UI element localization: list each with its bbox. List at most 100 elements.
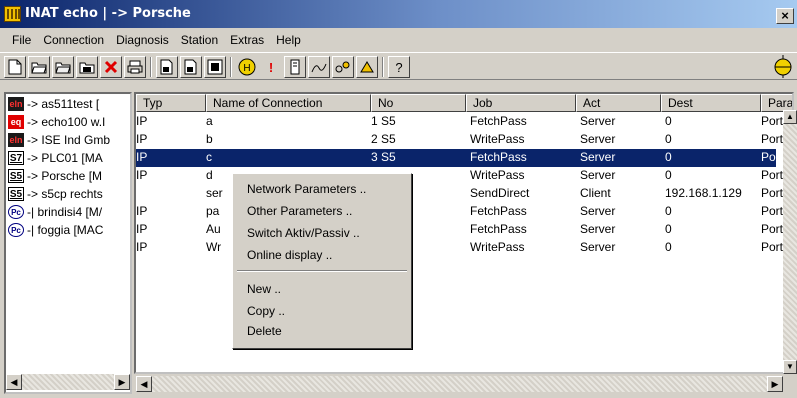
scroll-left-icon[interactable]: ◀ xyxy=(136,376,152,392)
s7-icon: S7 xyxy=(8,151,24,165)
menu-item-online-display[interactable]: Online display .. xyxy=(247,248,332,262)
open-folder-3-icon[interactable] xyxy=(76,56,98,78)
column-header-dest[interactable]: Dest xyxy=(661,94,761,112)
cell-act: Client xyxy=(580,186,611,200)
cell-param: Port xyxy=(761,132,784,146)
scroll-right-icon[interactable]: ▶ xyxy=(114,374,130,390)
menu-file[interactable]: File xyxy=(6,30,37,50)
eln-icon: eln xyxy=(8,133,24,147)
menu-item-copy[interactable]: Copy .. xyxy=(247,304,285,318)
settings-3-icon[interactable] xyxy=(204,56,226,78)
app-logo-icon xyxy=(4,6,21,22)
scroll-left-icon[interactable]: ◀ xyxy=(6,374,22,390)
toolbar-separator xyxy=(382,57,384,77)
menu-separator xyxy=(237,270,407,272)
column-header-act[interactable]: Act xyxy=(576,94,661,112)
cell-typ: IP xyxy=(136,114,148,128)
menu-item-new[interactable]: New .. xyxy=(247,282,281,296)
menu-item-switch-aktiv-passiv[interactable]: Switch Aktiv/Passiv .. xyxy=(247,226,360,240)
settings-2-icon[interactable] xyxy=(180,56,202,78)
cell-dest: 0 xyxy=(665,132,672,146)
station-tree[interactable]: eln -> as511test [ eq -> echo100 w.I eln… xyxy=(4,92,132,394)
print-icon[interactable] xyxy=(124,56,146,78)
table-row-selected[interactable]: IP c 3 S5 FetchPass Server 0 Port xyxy=(136,149,783,167)
table-row[interactable]: IP b 2 S5 WritePass Server 0 Port xyxy=(136,131,783,149)
menu-item-delete[interactable]: Delete xyxy=(247,324,282,338)
toolbar: H ! ? xyxy=(0,52,797,80)
cell-param: Port xyxy=(761,114,784,128)
menu-help[interactable]: Help xyxy=(270,30,307,50)
close-button[interactable]: × xyxy=(776,8,794,24)
tree-item[interactable]: eln -> ISE Ind Gmb xyxy=(8,131,110,149)
menu-extras[interactable]: Extras xyxy=(224,30,270,50)
menu-item-network-parameters[interactable]: Network Parameters .. xyxy=(247,182,366,196)
s5-icon: S5 xyxy=(8,169,24,183)
scroll-down-icon[interactable]: ▼ xyxy=(783,360,797,374)
column-header-no[interactable]: No xyxy=(371,94,466,112)
cell-dest: 192.168.1.129 xyxy=(665,186,742,200)
diag-1-icon[interactable] xyxy=(308,56,330,78)
column-header-typ[interactable]: Typ xyxy=(136,94,206,112)
cell-act: Server xyxy=(580,222,616,236)
cell-name: a xyxy=(206,114,213,128)
cell-job: WritePass xyxy=(470,132,525,146)
delete-icon[interactable] xyxy=(100,56,122,78)
tree-item[interactable]: S7 -> PLC01 [MA xyxy=(8,149,103,167)
tree-horizontal-scrollbar[interactable]: ◀ ▶ xyxy=(6,374,130,390)
cell-name: Au xyxy=(206,222,221,236)
menu-station[interactable]: Station xyxy=(175,30,224,50)
toolbar-separator xyxy=(230,57,232,77)
tree-item-label: -> ISE Ind Gmb xyxy=(27,133,111,147)
online-icon[interactable]: H xyxy=(236,56,258,78)
tree-item[interactable]: Pc -| brindisi4 [M/ xyxy=(8,203,102,221)
settings-1-icon[interactable] xyxy=(156,56,178,78)
cell-param: Port xyxy=(761,186,784,200)
cell-name: d xyxy=(206,168,213,182)
cell-param: Port xyxy=(761,240,784,254)
cell-typ: IP xyxy=(136,240,148,254)
menu-diagnosis[interactable]: Diagnosis xyxy=(110,30,175,50)
cell-name: ser xyxy=(206,186,223,200)
open-folder-icon[interactable] xyxy=(28,56,50,78)
scroll-right-icon[interactable]: ▶ xyxy=(767,376,783,392)
cell-param: Port xyxy=(761,168,784,182)
help-icon[interactable]: ? xyxy=(388,56,410,78)
status-lamp-icon xyxy=(774,55,792,78)
cell-act: Server xyxy=(580,150,616,164)
alert-icon[interactable]: ! xyxy=(260,56,282,78)
menu-connection[interactable]: Connection xyxy=(37,30,110,50)
column-header-name[interactable]: Name of Connection xyxy=(206,94,371,112)
tree-item[interactable]: Pc -| foggia [MAC xyxy=(8,221,103,239)
new-document-icon[interactable] xyxy=(4,56,26,78)
diag-2-icon[interactable] xyxy=(332,56,354,78)
cell-act: Server xyxy=(580,204,616,218)
title-bar[interactable]: INAT echo | -> Porsche × xyxy=(0,0,797,28)
cell-name: b xyxy=(206,132,213,146)
tree-item[interactable]: S5 -> s5cp rechts xyxy=(8,185,103,203)
cell-no: 2 S5 xyxy=(371,132,396,146)
table-row[interactable]: IP a 1 S5 FetchPass Server 0 Port xyxy=(136,113,783,131)
cell-job: FetchPass xyxy=(470,114,527,128)
station-icon[interactable] xyxy=(284,56,306,78)
cell-no: 3 S5 xyxy=(371,150,396,164)
tree-item-label: -> as511test [ xyxy=(27,97,100,111)
tree-item[interactable]: S5 -> Porsche [M xyxy=(8,167,102,185)
cell-param: Port xyxy=(761,222,784,236)
tree-item[interactable]: eq -> echo100 w.I xyxy=(8,113,105,131)
list-vertical-scrollbar[interactable]: ▲ ▼ xyxy=(783,110,797,374)
scroll-up-icon[interactable]: ▲ xyxy=(783,110,797,124)
cell-dest: 0 xyxy=(665,114,672,128)
cell-name: pa xyxy=(206,204,220,218)
column-header-job[interactable]: Job xyxy=(466,94,576,112)
list-horizontal-scrollbar[interactable]: ◀ ▶ xyxy=(136,376,783,392)
menu-item-other-parameters[interactable]: Other Parameters .. xyxy=(247,204,352,218)
cell-job: WritePass xyxy=(470,168,525,182)
cell-act: Server xyxy=(580,114,616,128)
cell-typ: IP xyxy=(136,132,148,146)
cell-dest: 0 xyxy=(665,240,672,254)
tree-item[interactable]: eln -> as511test [ xyxy=(8,95,99,113)
menu-bar: File Connection Diagnosis Station Extras… xyxy=(0,30,307,50)
open-folder-2-icon[interactable] xyxy=(52,56,74,78)
svg-text:H: H xyxy=(243,63,250,74)
diag-3-icon[interactable] xyxy=(356,56,378,78)
